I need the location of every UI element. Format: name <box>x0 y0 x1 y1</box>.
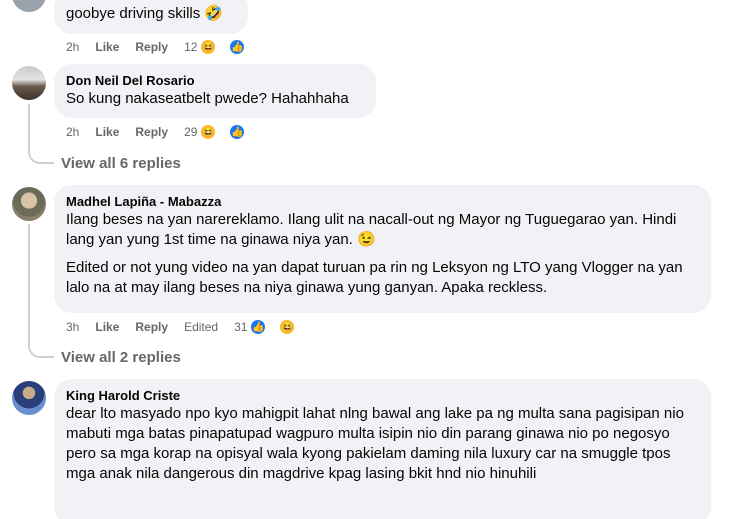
reaction-count: 29 <box>184 125 198 139</box>
comment-text: Edited or not yung video na yan dapat tu… <box>66 259 683 296</box>
avatar[interactable] <box>12 187 46 221</box>
comment-text: Ilang beses na yan narereklamo. Ilang ul… <box>66 211 677 248</box>
comment-time[interactable]: 2h <box>66 125 79 139</box>
comment-author[interactable]: Madhel Lapiña - Mabazza <box>66 193 699 210</box>
avatar[interactable] <box>12 66 46 100</box>
comment-bubble: Don Neil Del Rosario So kung nakaseatbel… <box>54 64 376 118</box>
comment-text: So kung nakaseatbelt pwede? Hahahhaha <box>66 90 349 107</box>
reply-button[interactable]: Reply <box>135 125 168 139</box>
reaction-summary[interactable]: 29 😆 👍 <box>184 123 278 141</box>
comment-bubble: King Harold Criste dear lto masyado npo … <box>54 379 711 519</box>
avatar[interactable] <box>12 381 46 415</box>
view-replies-link[interactable]: View all 6 replies <box>61 155 181 172</box>
comment-actions: 2h Like Reply 29 😆 👍 <box>66 123 294 141</box>
comment-bubble: goobye driving skills 🤣 <box>54 0 248 34</box>
haha-icon: 😆 <box>199 123 218 141</box>
avatar[interactable] <box>12 0 46 12</box>
comment-text: goobye driving skills 🤣 <box>66 5 224 22</box>
thread-line <box>28 224 54 358</box>
haha-icon: 😆 <box>199 38 218 56</box>
like-icon: 👍 <box>228 38 247 56</box>
like-button[interactable]: Like <box>95 40 119 54</box>
haha-icon: 😆 <box>278 318 297 336</box>
reaction-summary[interactable]: 31 👍 😆 <box>234 318 328 336</box>
comment-actions: 3h Like Reply Edited 31 👍 😆 <box>66 318 344 336</box>
view-replies-link[interactable]: View all 2 replies <box>61 349 181 366</box>
thread-line <box>28 104 54 164</box>
comment-bubble: Madhel Lapiña - Mabazza Ilang beses na y… <box>54 185 711 313</box>
comment-time[interactable]: 2h <box>66 40 79 54</box>
like-button[interactable]: Like <box>95 320 119 334</box>
like-button[interactable]: Like <box>95 125 119 139</box>
comment-author[interactable]: Don Neil Del Rosario <box>66 72 364 89</box>
reaction-count: 31 <box>234 320 248 334</box>
comment-text: dear lto masyado npo kyo mahigpit lahat … <box>66 405 684 482</box>
reply-button[interactable]: Reply <box>135 40 168 54</box>
reply-button[interactable]: Reply <box>135 320 168 334</box>
like-icon: 👍 <box>249 318 268 336</box>
like-icon: 👍 <box>228 123 247 141</box>
edited-label[interactable]: Edited <box>184 320 218 334</box>
comment-actions: 2h Like Reply 12 😆 👍 <box>66 38 294 56</box>
reaction-count: 12 <box>184 40 198 54</box>
comment-author[interactable]: King Harold Criste <box>66 387 699 404</box>
reaction-summary[interactable]: 12 😆 👍 <box>184 38 278 56</box>
comment-time[interactable]: 3h <box>66 320 79 334</box>
